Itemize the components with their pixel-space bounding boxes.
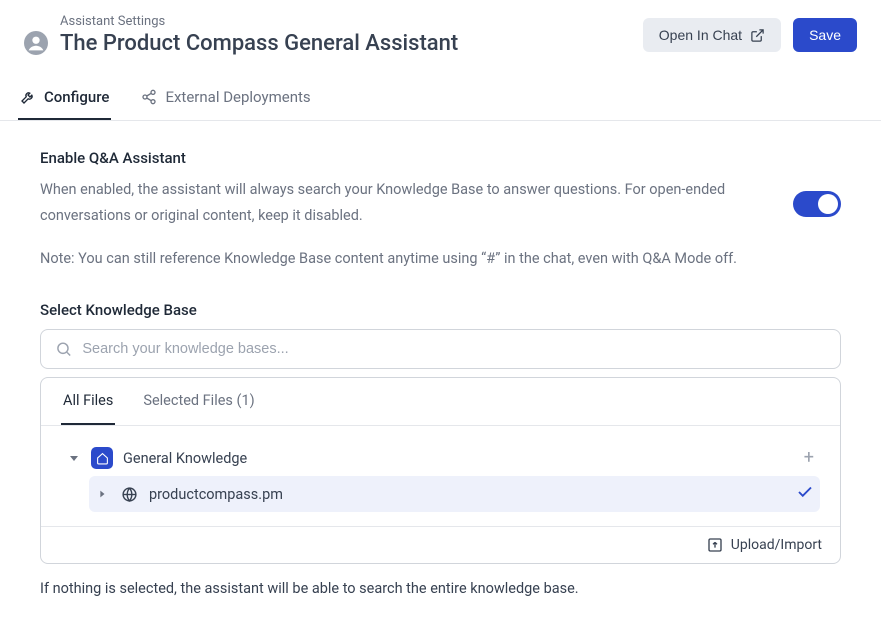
avatar <box>24 31 48 55</box>
header: Assistant Settings The Product Compass G… <box>0 0 881 66</box>
kb-footer: Upload/Import <box>41 526 840 563</box>
share-icon <box>141 89 157 105</box>
tab-external-deployments-label: External Deployments <box>165 88 310 106</box>
qa-text: Enable Q&A Assistant When enabled, the a… <box>40 145 763 271</box>
title-block: Assistant Settings The Product Compass G… <box>60 14 458 56</box>
upload-import-label: Upload/Import <box>731 537 822 553</box>
qa-title: Enable Q&A Assistant <box>40 145 763 171</box>
qa-desc2: Note: You can still reference Knowledge … <box>40 246 763 271</box>
kb-search-input[interactable] <box>82 341 826 357</box>
breadcrumb: Assistant Settings <box>60 14 458 29</box>
tree-child-label: productcompass.pm <box>149 486 283 503</box>
main-tabs: Configure External Deployments <box>0 78 881 121</box>
content: Enable Q&A Assistant When enabled, the a… <box>0 121 881 621</box>
tree-child-row[interactable]: productcompass.pm <box>89 476 820 512</box>
kb-panel: All Files Selected Files (1) General Kno… <box>40 377 841 564</box>
header-left: Assistant Settings The Product Compass G… <box>24 14 458 56</box>
qa-desc1: When enabled, the assistant will always … <box>40 177 763 228</box>
page-title: The Product Compass General Assistant <box>60 31 458 56</box>
upload-icon <box>707 537 723 553</box>
search-icon <box>55 340 72 358</box>
kb-tabs: All Files Selected Files (1) <box>41 378 840 426</box>
qa-toggle[interactable] <box>793 191 841 217</box>
kb-helper-text: If nothing is selected, the assistant wi… <box>40 580 841 597</box>
external-link-icon <box>750 28 765 43</box>
kb-tab-all-files[interactable]: All Files <box>61 378 115 425</box>
upload-import-button[interactable]: Upload/Import <box>707 537 822 553</box>
tab-external-deployments[interactable]: External Deployments <box>139 78 312 120</box>
kb-search[interactable] <box>40 329 841 369</box>
qa-section: Enable Q&A Assistant When enabled, the a… <box>40 145 841 271</box>
add-icon[interactable]: + <box>804 449 814 467</box>
header-actions: Open In Chat Save <box>643 18 857 52</box>
kb-tab-selected-files[interactable]: Selected Files (1) <box>141 378 256 425</box>
open-in-chat-button[interactable]: Open In Chat <box>643 18 781 52</box>
tree-root-row[interactable]: General Knowledge + <box>61 440 820 476</box>
chevron-down-icon[interactable] <box>67 451 81 465</box>
globe-icon <box>119 484 139 504</box>
save-button[interactable]: Save <box>793 18 857 52</box>
tools-icon <box>20 89 36 105</box>
save-label: Save <box>809 27 841 43</box>
home-folder-icon <box>91 447 113 469</box>
kb-tree: General Knowledge + productcompass.pm <box>41 426 840 526</box>
tab-configure-label: Configure <box>44 88 109 106</box>
tree-root-label: General Knowledge <box>123 450 247 467</box>
tab-configure[interactable]: Configure <box>18 78 111 120</box>
chevron-right-icon[interactable] <box>95 487 109 501</box>
open-in-chat-label: Open In Chat <box>659 27 742 43</box>
check-icon <box>796 483 814 505</box>
user-icon <box>25 32 47 54</box>
kb-label: Select Knowledge Base <box>40 301 841 319</box>
